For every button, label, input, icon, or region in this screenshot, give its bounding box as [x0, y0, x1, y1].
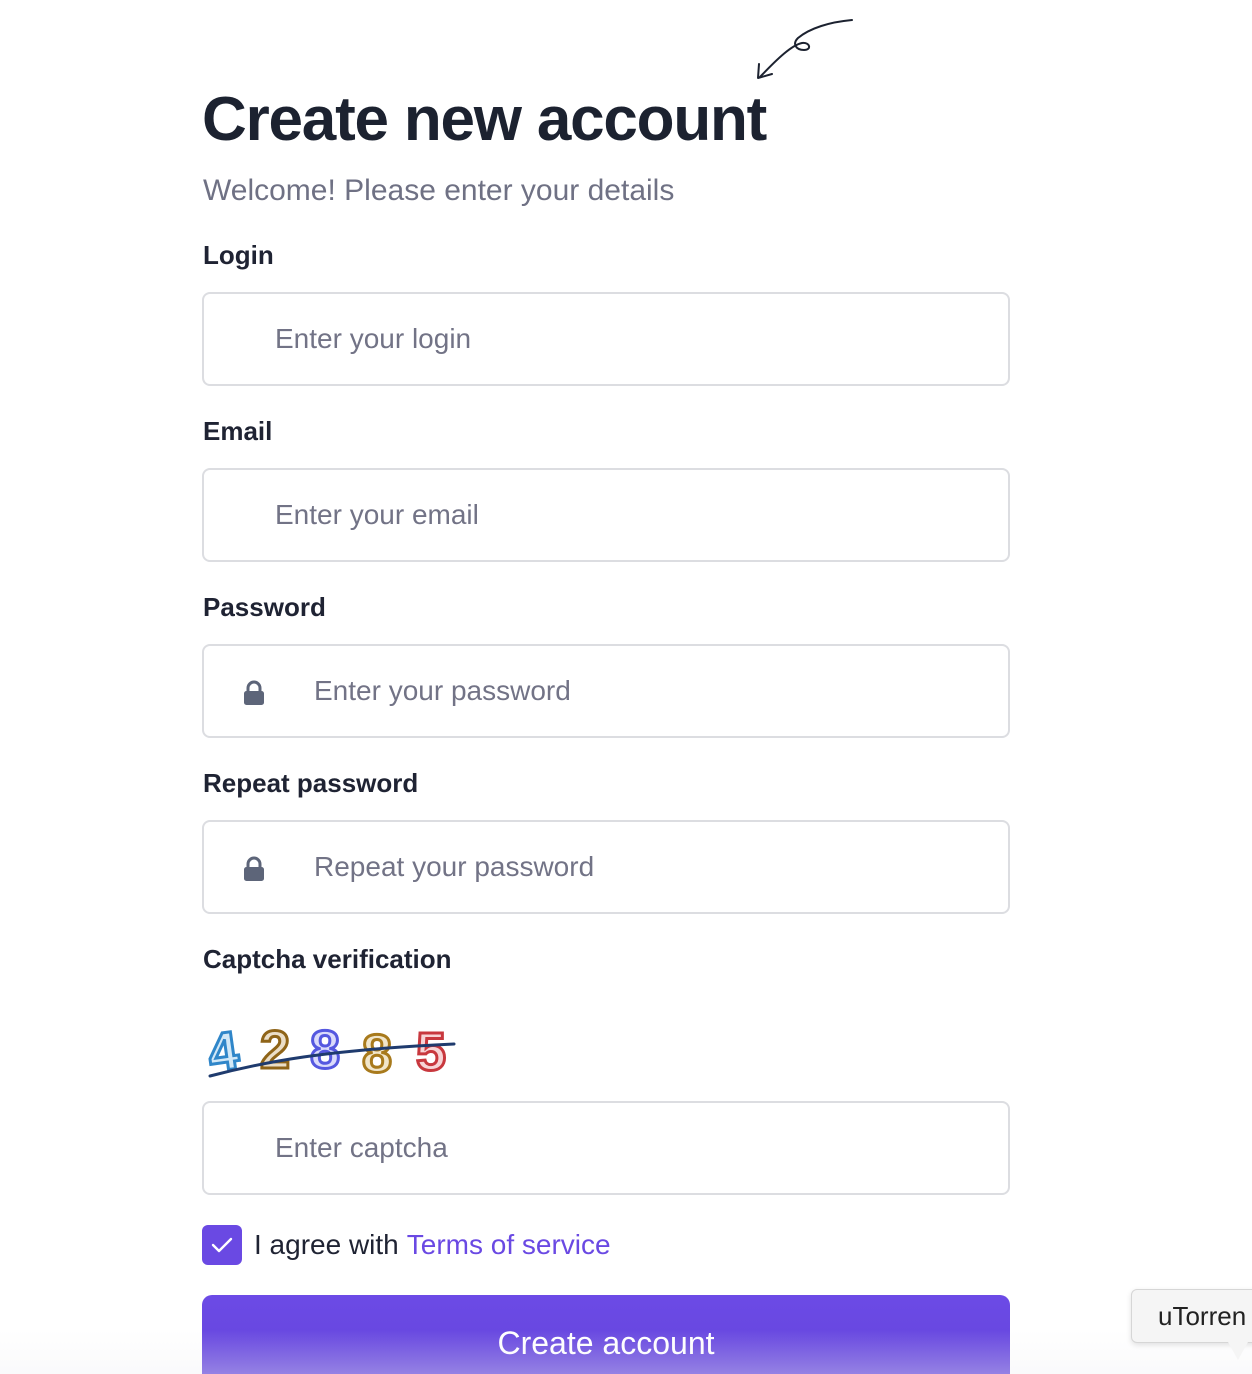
lock-icon [244, 856, 264, 881]
lock-icon [244, 680, 264, 705]
login-input[interactable] [204, 294, 1008, 384]
agree-text: I agree with [254, 1229, 399, 1260]
repeat-password-field [202, 820, 1010, 914]
email-label: Email [203, 416, 273, 446]
password-input[interactable] [204, 646, 1008, 736]
captcha-char-4: 8 [362, 1024, 392, 1084]
repeat-password-input[interactable] [204, 822, 1008, 912]
create-account-button[interactable]: Create account [202, 1295, 1010, 1374]
repeat-password-label: Repeat password [203, 768, 419, 798]
captcha-char-1: 4 [204, 1020, 242, 1084]
create-account-label: Create account [497, 1325, 715, 1361]
agree-row: I agree with Terms of service [202, 1225, 611, 1265]
captcha-char-3: 8 [310, 1020, 340, 1080]
password-label: Password [203, 592, 326, 622]
page-subtitle: Welcome! Please enter your details [203, 174, 675, 207]
login-field [202, 292, 1010, 386]
email-field [202, 468, 1010, 562]
page-title: Create new account [202, 85, 767, 154]
captcha-char-2: 2 [260, 1020, 290, 1080]
terms-of-service-link[interactable]: Terms of service [407, 1225, 611, 1265]
login-label: Login [203, 240, 274, 270]
agree-checkbox[interactable] [202, 1225, 242, 1265]
captcha-field [202, 1101, 1010, 1195]
tooltip: uTorren [1131, 1289, 1252, 1343]
captcha-char-5: 5 [416, 1022, 446, 1082]
tooltip-tail [1228, 1342, 1248, 1360]
email-input[interactable] [204, 470, 1008, 560]
password-field [202, 644, 1010, 738]
captcha-image: 4 2 8 8 5 [204, 1019, 456, 1084]
captcha-input[interactable] [204, 1103, 1008, 1193]
captcha-label: Captcha verification [203, 944, 452, 974]
check-icon [211, 1237, 233, 1253]
arrow-doodle-icon [757, 19, 853, 79]
